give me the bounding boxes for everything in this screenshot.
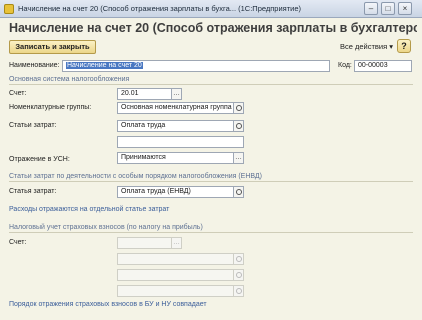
- window-titlebar: Начисление на счет 20 (Способ отражения …: [0, 0, 422, 18]
- envd-cost-search-button[interactable]: [234, 186, 244, 198]
- close-button[interactable]: ×: [398, 2, 412, 15]
- help-button[interactable]: ?: [397, 39, 411, 53]
- maximize-button[interactable]: □: [381, 2, 395, 15]
- app-logo-icon: [4, 4, 14, 14]
- search-icon: [235, 123, 242, 129]
- usn-field[interactable]: Принимаются: [117, 152, 234, 164]
- all-actions-menu[interactable]: Все действия ▾: [340, 42, 393, 51]
- search-icon: [235, 288, 242, 294]
- envd-cost-label: Статья затрат:: [9, 188, 57, 195]
- name-label: Наименование:: [9, 62, 60, 69]
- insurance-subconto-search-button-2: [234, 269, 244, 281]
- insurance-subconto-search-button-3: [234, 285, 244, 297]
- save-and-close-button[interactable]: Записать и закрыть: [9, 40, 96, 54]
- envd-section-title: Статьи затрат по деятельности с особым п…: [9, 173, 262, 180]
- insurance-same-order-link[interactable]: Порядок отражения страховых взносов в БУ…: [9, 301, 207, 308]
- insurance-account-field: [117, 237, 172, 249]
- section-divider: [9, 232, 413, 233]
- window-title: Начисление на счет 20 (Способ отражения …: [18, 4, 302, 13]
- section-divider: [9, 84, 413, 85]
- tax-section-title: Основная система налогообложения: [9, 76, 130, 83]
- usn-dropdown-button[interactable]: …: [234, 152, 244, 164]
- envd-cost-field[interactable]: Оплата труда (ЕНВД): [117, 186, 234, 198]
- search-icon: [235, 256, 242, 262]
- account-field[interactable]: 20.01: [117, 88, 172, 100]
- cost-items-label: Статьи затрат:: [9, 122, 57, 129]
- nomenclature-label: Номенклатурные группы:: [9, 104, 92, 111]
- insurance-section-title: Налоговый учет страховых взносов (по нал…: [9, 224, 203, 231]
- search-icon: [235, 189, 242, 195]
- envd-separate-cost-link[interactable]: Расходы отражаются на отдельной статье з…: [9, 206, 169, 213]
- insurance-subconto-field-1: [117, 253, 234, 265]
- insurance-subconto-field-3: [117, 285, 234, 297]
- account-label: Счет:: [9, 90, 27, 97]
- nomenclature-search-button[interactable]: [234, 102, 244, 114]
- minimize-button[interactable]: –: [364, 2, 378, 15]
- account-select-button[interactable]: …: [172, 88, 182, 100]
- cost-item-search-button-1[interactable]: [234, 120, 244, 132]
- code-label: Код:: [338, 62, 352, 69]
- cost-item-field-1[interactable]: Оплата труда: [117, 120, 234, 132]
- search-icon: [235, 105, 242, 111]
- insurance-account-label: Счет:: [9, 239, 27, 246]
- insurance-subconto-search-button-1: [234, 253, 244, 265]
- page-title: Начисление на счет 20 (Способ отражения …: [9, 21, 417, 35]
- insurance-subconto-field-2: [117, 269, 234, 281]
- code-field[interactable]: 00-00003: [354, 60, 412, 72]
- usn-label: Отражение в УСН:: [9, 156, 70, 163]
- nomenclature-field[interactable]: Основная номенклатурная группа: [117, 102, 234, 114]
- name-field[interactable]: Начисление на счет 20: [62, 60, 330, 72]
- name-value: Начисление на счет 20: [66, 62, 143, 69]
- cost-item-field-2[interactable]: [117, 136, 244, 148]
- search-icon: [235, 272, 242, 278]
- section-divider: [9, 181, 413, 182]
- insurance-account-select-button: …: [172, 237, 182, 249]
